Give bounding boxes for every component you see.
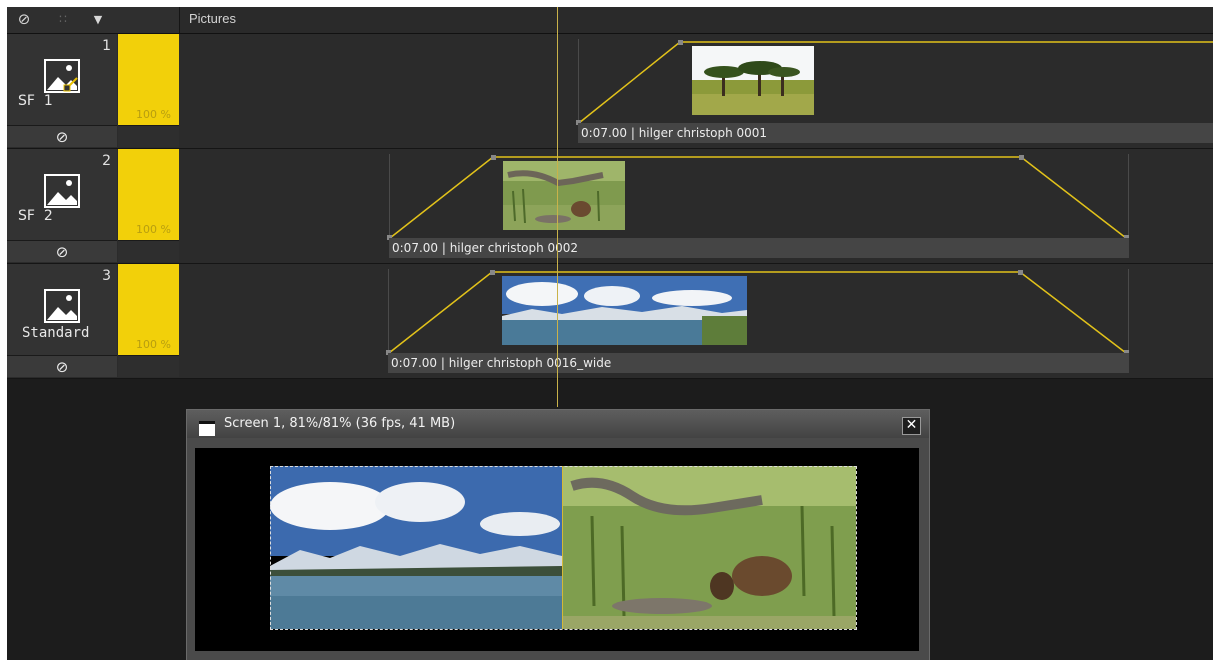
opacity-footer	[118, 355, 179, 377]
track-number: 3	[102, 268, 111, 284]
track-header[interactable]: 2 SF 2	[7, 149, 117, 240]
track-number: 2	[102, 153, 111, 169]
playhead[interactable]	[557, 7, 558, 407]
opacity-bar[interactable]: 100 %	[118, 34, 179, 125]
opacity-bar[interactable]: 100 %	[118, 149, 179, 240]
track-name: SF 2	[18, 208, 53, 224]
close-icon[interactable]: ✕	[902, 417, 921, 435]
track-name: SF 1	[18, 93, 53, 109]
screen-title: Screen 1, 81%/81% (36 fps, 41 MB)	[224, 416, 456, 431]
timeline-header: ⊘ ∷ ▼ Pictures	[7, 7, 1213, 34]
fade-envelope[interactable]	[387, 154, 1129, 240]
fade-envelope[interactable]	[386, 269, 1129, 355]
track-number: 1	[102, 38, 111, 54]
dotted-grid-icon[interactable]: ∷	[47, 9, 79, 29]
clip[interactable]: 0:07.00 | hilger christoph 0001	[576, 39, 1213, 143]
track-2[interactable]: 2 SF 2 ⊘ 100 % 0:07.00 | hilger christop…	[7, 149, 1213, 264]
clip-label: 0:07.00 | hilger christoph 0016_wide	[388, 353, 1129, 373]
clip-label: 0:07.00 | hilger christoph 0002	[389, 238, 1129, 258]
clip-thumbnail	[502, 276, 747, 345]
app-window: ⊘ ∷ ▼ Pictures 1 SF 1 ⊘ 100 % 0:07.00 | …	[7, 7, 1213, 660]
track-name: Standard	[22, 325, 90, 341]
dropdown-icon[interactable]: ▼	[87, 9, 109, 29]
selection-frame[interactable]	[270, 466, 857, 630]
opacity-label: 100 %	[136, 108, 171, 121]
opacity-bar[interactable]: 100 %	[118, 264, 179, 355]
clip-thumbnail	[503, 161, 625, 230]
opacity-label: 100 %	[136, 338, 171, 351]
clip[interactable]: 0:07.00 | hilger christoph 0002	[387, 154, 1129, 258]
picture-icon	[44, 174, 80, 208]
opacity-footer	[118, 125, 179, 147]
picture-icon	[44, 59, 80, 93]
mute-icon[interactable]: ⊘	[7, 240, 117, 262]
playhead-preview-line	[562, 466, 563, 629]
picture-icon	[44, 289, 80, 323]
screen-preview-window[interactable]: Screen 1, 81%/81% (36 fps, 41 MB) ✕	[186, 409, 930, 660]
header-buttons: ⊘ ∷ ▼	[7, 7, 180, 33]
screen-title-bar[interactable]: Screen 1, 81%/81% (36 fps, 41 MB) ✕	[187, 410, 929, 438]
fade-envelope[interactable]	[576, 39, 1213, 125]
track-1[interactable]: 1 SF 1 ⊘ 100 % 0:07.00 | hilger christop…	[7, 34, 1213, 149]
track-header[interactable]: 1 SF 1	[7, 34, 117, 125]
track-3[interactable]: 3 Standard ⊘ 100 % 0:07.00 | hilger chri…	[7, 264, 1213, 379]
clip[interactable]: 0:07.00 | hilger christoph 0016_wide	[386, 269, 1129, 373]
opacity-footer	[118, 240, 179, 262]
track-header[interactable]: 3 Standard	[7, 264, 117, 355]
clip-thumbnail	[692, 46, 814, 115]
timeline-title: Pictures	[189, 11, 236, 26]
preview-canvas[interactable]	[195, 448, 919, 651]
opacity-label: 100 %	[136, 223, 171, 236]
clip-label: 0:07.00 | hilger christoph 0001	[578, 123, 1213, 143]
mute-icon[interactable]: ⊘	[7, 125, 117, 147]
mute-icon[interactable]: ⊘	[7, 355, 117, 377]
disable-icon[interactable]: ⊘	[13, 9, 35, 29]
window-icon	[199, 421, 215, 436]
